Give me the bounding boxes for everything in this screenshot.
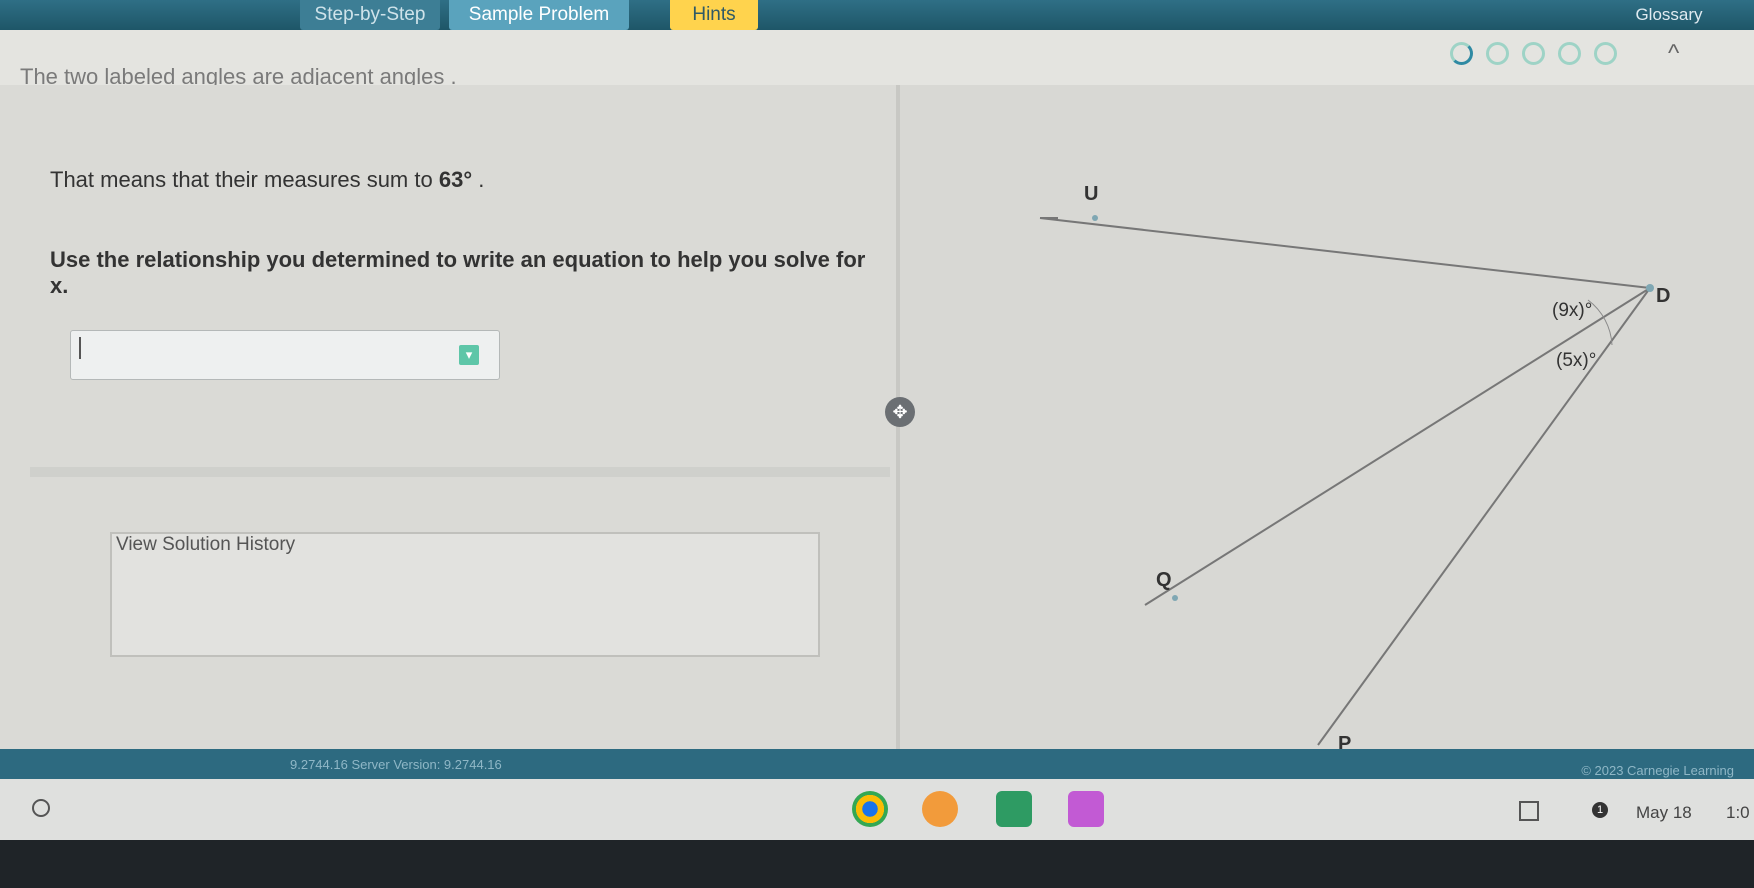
point-u-marker bbox=[1092, 215, 1098, 221]
angle-label-9x: (9x)° bbox=[1552, 300, 1592, 321]
copyright-text: © 2023 Carnegie Learning bbox=[1581, 763, 1734, 778]
ray-dp bbox=[1317, 287, 1651, 746]
status-bar: 9.2744.16 Server Version: 9.2744.16 © 20… bbox=[0, 749, 1754, 779]
os-shelf: 1 May 18 1:0 bbox=[0, 779, 1754, 840]
label-q: Q bbox=[1156, 569, 1172, 591]
label-d: D bbox=[1656, 285, 1670, 307]
label-u: U bbox=[1084, 183, 1098, 205]
photos-app-icon[interactable] bbox=[922, 791, 958, 827]
screen-capture-icon[interactable] bbox=[1519, 801, 1539, 821]
ray-dq bbox=[1144, 287, 1651, 606]
ray-du bbox=[1039, 217, 1651, 289]
version-text: 9.2744.16 Server Version: 9.2744.16 bbox=[290, 757, 502, 772]
screen: Step-by-Step Sample Problem Hints Glossa… bbox=[0, 0, 1754, 840]
angle-diagram: U D Q P (9x)° (5x)° bbox=[1039, 183, 1670, 750]
point-d-marker bbox=[1646, 284, 1654, 292]
label-p: P bbox=[1338, 733, 1351, 750]
launcher-icon[interactable] bbox=[32, 799, 50, 817]
time-text[interactable]: 1:0 bbox=[1726, 803, 1750, 823]
classroom-app-icon[interactable] bbox=[996, 791, 1032, 827]
chrome-icon[interactable] bbox=[852, 791, 888, 827]
docs-app-icon[interactable] bbox=[1068, 791, 1104, 827]
date-text[interactable]: May 18 bbox=[1636, 803, 1692, 823]
notification-badge-icon[interactable]: 1 bbox=[1592, 802, 1608, 818]
angle-label-5x: (5x)° bbox=[1556, 350, 1596, 371]
point-q-marker bbox=[1172, 595, 1178, 601]
